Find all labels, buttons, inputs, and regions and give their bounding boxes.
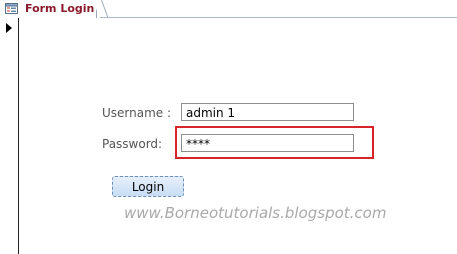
password-highlight-box (175, 126, 374, 159)
tab-title: Form Login (25, 2, 95, 15)
document-tab-strip: Form Login (0, 0, 457, 18)
record-selector-border (18, 18, 19, 254)
username-field[interactable]: admin 1 (181, 103, 354, 121)
form-icon (5, 3, 18, 14)
tab-form-login[interactable]: Form Login (0, 0, 97, 18)
login-button[interactable]: Login (112, 176, 184, 197)
tabstrip-divider (100, 17, 457, 18)
username-label: Username : (102, 106, 172, 120)
watermark-text: www.Borneotutorials.blogspot.com (124, 204, 387, 222)
record-selector-arrow-icon (6, 23, 12, 33)
password-label: Password: (102, 137, 163, 151)
